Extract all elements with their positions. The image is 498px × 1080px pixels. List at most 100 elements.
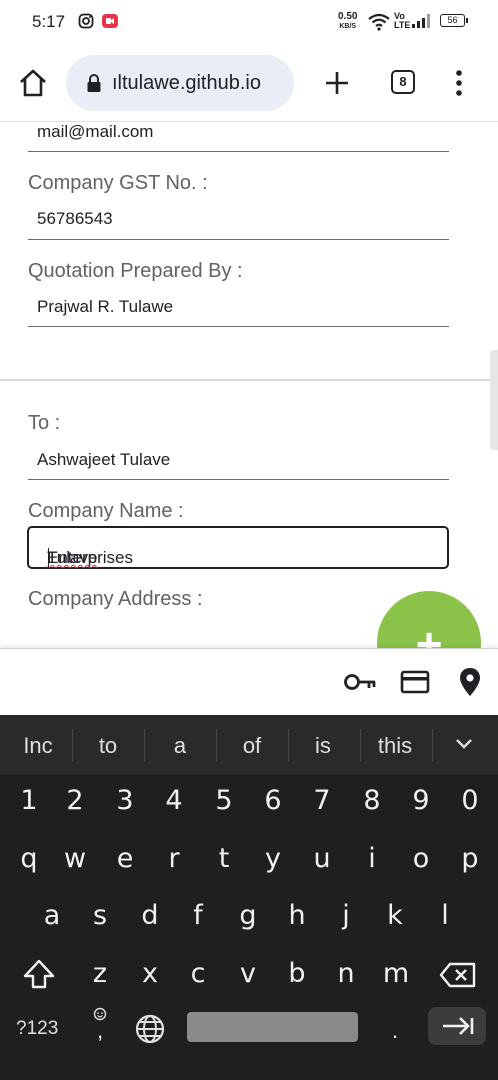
- url-text: ıltulawe.github.io: [112, 72, 261, 94]
- key-icon[interactable]: [343, 669, 377, 700]
- key-r[interactable]: r: [152, 843, 196, 874]
- key-y[interactable]: y: [251, 843, 295, 874]
- tab-switcher-button[interactable]: 8: [391, 70, 415, 94]
- key-0[interactable]: 0: [448, 785, 492, 816]
- tab-next-icon: [443, 1017, 474, 1035]
- suggestion-item[interactable]: is: [293, 733, 353, 759]
- email-underline: [28, 151, 449, 152]
- suggestion-divider: [216, 729, 217, 761]
- to-underline: [28, 479, 449, 480]
- key-x[interactable]: x: [128, 958, 172, 989]
- key-l[interactable]: l: [423, 900, 467, 931]
- key-1[interactable]: 1: [7, 785, 51, 816]
- key-s[interactable]: s: [78, 900, 122, 931]
- suggestion-divider: [288, 729, 289, 761]
- suggestion-item[interactable]: of: [222, 733, 282, 759]
- key-o[interactable]: o: [399, 843, 443, 874]
- key-g[interactable]: g: [226, 900, 270, 931]
- prepared-by-field[interactable]: Prajwal R. Tulawe: [37, 297, 173, 317]
- browser-toolbar: ıltulawe.github.io 8: [0, 44, 498, 122]
- gst-field[interactable]: 56786543: [37, 209, 113, 229]
- suggestion-divider: [432, 729, 433, 761]
- more-menu-button[interactable]: [450, 68, 468, 103]
- key-9[interactable]: 9: [399, 785, 443, 816]
- suggestion-divider: [144, 729, 145, 761]
- new-tab-button[interactable]: [322, 68, 352, 103]
- key-f[interactable]: f: [176, 900, 220, 931]
- key-c[interactable]: c: [176, 958, 220, 989]
- suggestion-strip: Inc to a of is this: [0, 715, 498, 775]
- home-button[interactable]: [16, 66, 50, 100]
- key-n[interactable]: n: [324, 958, 368, 989]
- instagram-icon: [78, 13, 94, 34]
- key-i[interactable]: i: [350, 843, 394, 874]
- page-content: mail@mail.com Company GST No. : 56786543…: [0, 123, 498, 648]
- suggestion-divider: [72, 729, 73, 761]
- symbols-key[interactable]: ?123: [16, 1018, 58, 1040]
- plus-icon: [326, 72, 348, 94]
- key-7[interactable]: 7: [300, 785, 344, 816]
- scrollbar[interactable]: [490, 350, 498, 450]
- key-d[interactable]: d: [128, 900, 172, 931]
- to-field[interactable]: Ashwajeet Tulave: [37, 450, 170, 470]
- wifi-icon: [368, 13, 390, 36]
- prepared-by-label: Quotation Prepared By :: [28, 260, 243, 282]
- location-pin-icon[interactable]: [458, 667, 482, 702]
- key-q[interactable]: q: [7, 843, 51, 874]
- next-key[interactable]: [428, 1007, 486, 1045]
- key-5[interactable]: 5: [202, 785, 246, 816]
- key-b[interactable]: b: [275, 958, 319, 989]
- key-u[interactable]: u: [300, 843, 344, 874]
- add-fab-button[interactable]: +: [377, 591, 481, 648]
- key-e[interactable]: e: [103, 843, 147, 874]
- company-name-field[interactable]: Tulave Enterprises: [27, 526, 449, 569]
- autofill-bar: [0, 648, 498, 715]
- more-vert-icon: [456, 70, 462, 96]
- gst-underline: [28, 239, 449, 240]
- shift-icon[interactable]: [22, 958, 56, 995]
- company-name-label: Company Name :: [28, 500, 184, 522]
- on-screen-keyboard: Inc to a of is this 1 2 3 4 5 6 7 8 9 0 …: [0, 715, 498, 1080]
- company-address-label: Company Address :: [28, 588, 203, 610]
- space-key[interactable]: [187, 1012, 358, 1042]
- suggestion-item[interactable]: to: [78, 733, 138, 759]
- add-icon: +: [415, 618, 443, 648]
- key-a[interactable]: a: [30, 900, 74, 931]
- key-6[interactable]: 6: [251, 785, 295, 816]
- credit-card-icon[interactable]: [400, 669, 430, 700]
- key-v[interactable]: v: [226, 958, 270, 989]
- globe-icon[interactable]: [134, 1013, 166, 1050]
- screen-record-icon: [101, 13, 119, 34]
- address-bar[interactable]: ıltulawe.github.io: [66, 55, 294, 111]
- network-speed: 0.50 KB/S: [338, 11, 358, 31]
- suggestion-item[interactable]: Inc: [8, 733, 68, 759]
- key-8[interactable]: 8: [350, 785, 394, 816]
- section-divider: [0, 379, 498, 381]
- suggestion-item[interactable]: a: [150, 733, 210, 759]
- key-h[interactable]: h: [275, 900, 319, 931]
- period-key[interactable]: .: [392, 1018, 398, 1044]
- key-m[interactable]: m: [374, 958, 418, 989]
- status-time: 5:17: [32, 12, 66, 31]
- key-p[interactable]: p: [448, 843, 492, 874]
- key-t[interactable]: t: [202, 843, 246, 874]
- suggestion-divider: [360, 729, 361, 761]
- key-z[interactable]: z: [78, 958, 122, 989]
- emoji-comma-key[interactable]: ,: [90, 1007, 110, 1042]
- prepared-by-underline: [28, 326, 449, 327]
- lock-icon: [86, 73, 102, 98]
- key-k[interactable]: k: [373, 900, 417, 931]
- key-2[interactable]: 2: [53, 785, 97, 816]
- email-field[interactable]: mail@mail.com: [37, 123, 153, 142]
- chevron-down-icon[interactable]: [454, 737, 474, 756]
- gst-label: Company GST No. :: [28, 172, 208, 194]
- key-j[interactable]: j: [324, 900, 368, 931]
- key-3[interactable]: 3: [103, 785, 147, 816]
- volte-icon: Vo LTE: [394, 11, 411, 30]
- signal-icon: [411, 13, 431, 34]
- key-w[interactable]: w: [53, 843, 97, 874]
- backspace-icon[interactable]: [439, 961, 477, 994]
- suggestion-item[interactable]: this: [365, 733, 425, 759]
- text-caret: [48, 548, 49, 568]
- key-4[interactable]: 4: [152, 785, 196, 816]
